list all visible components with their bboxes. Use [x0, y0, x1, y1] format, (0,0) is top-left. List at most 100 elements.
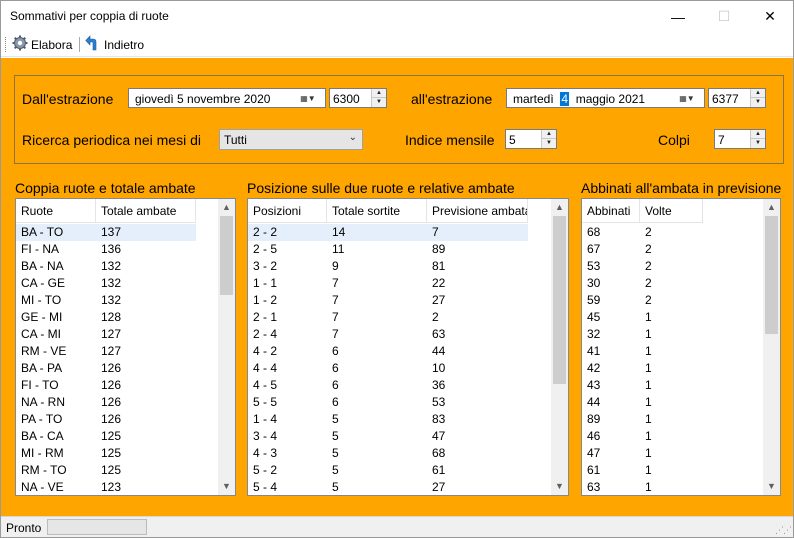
list-row[interactable]: 1 - 4 5 83 [248, 411, 528, 428]
list-row[interactable]: 43 1 [582, 377, 703, 394]
scroll-down-icon[interactable]: ▼ [763, 478, 780, 495]
list-row[interactable]: 4 - 2 6 44 [248, 343, 528, 360]
elabora-button[interactable]: Elabora [12, 34, 72, 55]
scroll-thumb[interactable] [765, 216, 778, 334]
list-row[interactable]: 89 1 [582, 411, 703, 428]
column-header[interactable]: Ruote [16, 199, 96, 223]
list-row[interactable]: 4 - 5 6 36 [248, 377, 528, 394]
column-header[interactable]: Posizioni [248, 199, 327, 223]
stepper-up-icon[interactable]: ▲ [542, 130, 556, 139]
column-header[interactable]: Previsione ambata [427, 199, 528, 223]
stepper-buttons[interactable]: ▲ ▼ [541, 130, 556, 148]
list-row[interactable]: 59 2 [582, 292, 703, 309]
stepper-buttons[interactable]: ▲ ▼ [750, 89, 765, 107]
scroll-down-icon[interactable]: ▼ [551, 478, 568, 495]
list-row[interactable]: 63 1 [582, 479, 703, 495]
list-row[interactable]: 68 2 [582, 224, 703, 241]
list-row[interactable]: 47 1 [582, 445, 703, 462]
list-row[interactable]: BA - TO 137 [16, 224, 196, 241]
list-row[interactable]: 5 - 4 5 27 [248, 479, 528, 495]
list-row[interactable]: 46 1 [582, 428, 703, 445]
list-row[interactable]: CA - MI 127 [16, 326, 196, 343]
list-row[interactable]: 1 - 2 7 27 [248, 292, 528, 309]
monthly-index-stepper[interactable]: 5 ▲ ▼ [505, 129, 557, 149]
from-number-stepper[interactable]: 6300 ▲ ▼ [329, 88, 387, 108]
calendar-dropdown-icon[interactable]: ▦▼ [293, 91, 323, 105]
stepper-down-icon[interactable]: ▼ [542, 139, 556, 148]
scroll-thumb[interactable] [220, 216, 233, 295]
scroll-up-icon[interactable]: ▲ [763, 199, 780, 216]
posizione-list[interactable]: Posizioni Totale sortite Previsione ambata… [247, 198, 569, 496]
list-row[interactable]: 30 2 [582, 275, 703, 292]
list-row[interactable]: GE - MI 128 [16, 309, 196, 326]
minimize-button[interactable]: — [655, 1, 701, 32]
list-row[interactable]: 2 - 1 7 2 [248, 309, 528, 326]
list-row[interactable]: 67 2 [582, 241, 703, 258]
list-row[interactable]: MI - RM 125 [16, 445, 196, 462]
list-row[interactable]: 32 1 [582, 326, 703, 343]
to-number-stepper[interactable]: 6377 ▲ ▼ [708, 88, 766, 108]
scroll-down-icon[interactable]: ▼ [218, 478, 235, 495]
maximize-button[interactable]: ☐ [701, 1, 747, 32]
stepper-up-icon[interactable]: ▲ [751, 130, 765, 139]
abbinati-list[interactable]: Abbinati Volte 68 2 67 2 53 2 30 2 59 2 45 1 32 1 41 1 42 1… [581, 198, 781, 496]
list-row[interactable]: 2 - 4 7 63 [248, 326, 528, 343]
column-header[interactable]: Totale ambate [96, 199, 196, 223]
list-row[interactable]: 3 - 4 5 47 [248, 428, 528, 445]
scroll-thumb[interactable] [553, 216, 566, 384]
indietro-button[interactable]: Indietro [85, 34, 144, 55]
vertical-scrollbar[interactable]: ▲ ▼ [218, 199, 235, 495]
coppia-list[interactable]: Ruote Totale ambate BA - TO 137 FI - NA 136 BA… [15, 198, 236, 496]
list-row[interactable]: 53 2 [582, 258, 703, 275]
list-row[interactable]: PA - TO 126 [16, 411, 196, 428]
scroll-up-icon[interactable]: ▲ [218, 199, 235, 216]
list-row[interactable]: 45 1 [582, 309, 703, 326]
toolbar-grip[interactable] [5, 37, 8, 52]
list-row[interactable]: 3 - 2 9 81 [248, 258, 528, 275]
list-cell: 27 [432, 293, 446, 307]
list-row[interactable]: FI - NA 136 [16, 241, 196, 258]
list-row[interactable]: FI - TO 126 [16, 377, 196, 394]
list-row[interactable]: NA - VE 123 [16, 479, 196, 495]
column-header[interactable]: Volte [640, 199, 703, 223]
list-row[interactable]: BA - NA 132 [16, 258, 196, 275]
list-row[interactable]: 5 - 5 6 53 [248, 394, 528, 411]
list-row[interactable]: 44 1 [582, 394, 703, 411]
stepper-buttons[interactable]: ▲ ▼ [750, 130, 765, 148]
list-row[interactable]: 41 1 [582, 343, 703, 360]
list-row[interactable]: 42 1 [582, 360, 703, 377]
from-date-picker[interactable]: giovedì 5 novembre 2020 ▦▼ [128, 88, 326, 108]
list-row[interactable]: CA - GE 132 [16, 275, 196, 292]
calendar-dropdown-icon[interactable]: ▦▼ [672, 91, 702, 105]
list-row[interactable]: BA - PA 126 [16, 360, 196, 377]
list-row[interactable]: RM - TO 125 [16, 462, 196, 479]
list-row[interactable]: NA - RN 126 [16, 394, 196, 411]
scroll-up-icon[interactable]: ▲ [551, 199, 568, 216]
stepper-down-icon[interactable]: ▼ [751, 98, 765, 107]
colpi-stepper[interactable]: 7 ▲ ▼ [714, 129, 766, 149]
list-row[interactable]: 1 - 1 7 22 [248, 275, 528, 292]
list-row[interactable]: RM - VE 127 [16, 343, 196, 360]
vertical-scrollbar[interactable]: ▲ ▼ [763, 199, 780, 495]
list-row[interactable]: BA - CA 125 [16, 428, 196, 445]
list-row[interactable]: 4 - 3 5 68 [248, 445, 528, 462]
stepper-down-icon[interactable]: ▼ [751, 139, 765, 148]
list-row[interactable]: 5 - 2 5 61 [248, 462, 528, 479]
vertical-scrollbar[interactable]: ▲ ▼ [551, 199, 568, 495]
list-row[interactable]: 61 1 [582, 462, 703, 479]
periodic-months-select[interactable]: Tutti ⌄ [219, 129, 363, 150]
column-header[interactable]: Abbinati [582, 199, 640, 223]
list-row[interactable]: 2 - 2 14 7 [248, 224, 528, 241]
resize-grip-icon[interactable]: ⋰⋰ [775, 525, 792, 536]
stepper-buttons[interactable]: ▲ ▼ [371, 89, 386, 107]
stepper-down-icon[interactable]: ▼ [372, 98, 386, 107]
list-row[interactable]: 2 - 5 11 89 [248, 241, 528, 258]
list-row[interactable]: MI - TO 132 [16, 292, 196, 309]
stepper-up-icon[interactable]: ▲ [751, 89, 765, 98]
close-button[interactable]: ✕ [747, 1, 793, 32]
list-row[interactable]: 4 - 4 6 10 [248, 360, 528, 377]
column-header[interactable]: Totale sortite [327, 199, 427, 223]
to-date-picker[interactable]: martedì 4 maggio 2021 ▦▼ [506, 88, 705, 108]
stepper-up-icon[interactable]: ▲ [372, 89, 386, 98]
to-date-day-selected[interactable]: 4 [560, 92, 570, 106]
